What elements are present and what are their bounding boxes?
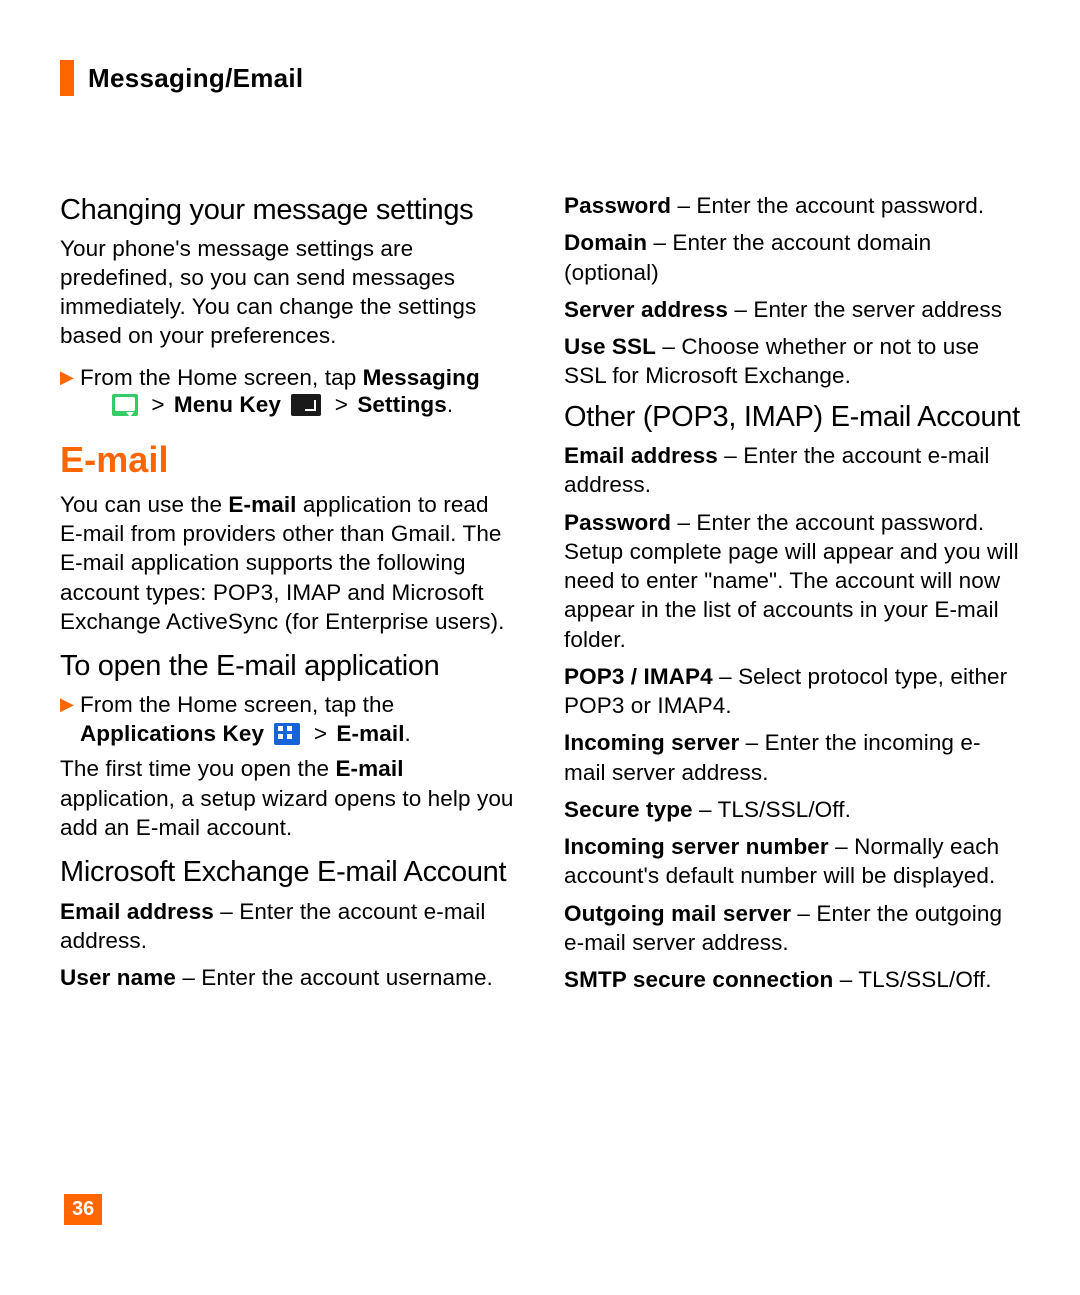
def-server-address: Server address – Enter the server addres…	[564, 295, 1020, 324]
def-text: – Enter the account password.	[671, 193, 984, 218]
label-email: E-mail	[336, 721, 404, 746]
def-email-address-2: Email address – Enter the account e-mail…	[564, 441, 1020, 500]
def-label: Password	[564, 510, 671, 535]
text: application, a setup wizard opens to hel…	[60, 786, 514, 840]
step-open-email: ▶ From the Home screen, tap the Applicat…	[60, 690, 516, 749]
def-label: Email address	[564, 443, 718, 468]
heading-other-account: Other (POP3, IMAP) E-mail Account	[564, 399, 1020, 437]
heading-ms-exchange: Microsoft Exchange E-mail Account	[60, 854, 516, 892]
section-title: Messaging/Email	[88, 63, 303, 94]
page-number: 36	[64, 1194, 102, 1225]
messaging-app-icon	[112, 394, 138, 416]
content-columns: Changing your message settings Your phon…	[60, 186, 1020, 1002]
def-smtp-secure: SMTP secure connection – TLS/SSL/Off.	[564, 965, 1020, 994]
step-indent: > Menu Key > Settings.	[80, 390, 516, 419]
para-changing-settings: Your phone's message settings are predef…	[60, 234, 516, 351]
def-email-address: Email address – Enter the account e-mail…	[60, 897, 516, 956]
def-label: Email address	[60, 899, 214, 924]
text: You can use the	[60, 492, 228, 517]
def-password: Password – Enter the account password.	[564, 191, 1020, 220]
bullet-arrow-icon: ▶	[60, 363, 74, 391]
heading-changing-settings: Changing your message settings	[60, 192, 516, 230]
def-label: Incoming server number	[564, 834, 829, 859]
label-email-app: E-mail	[335, 756, 403, 781]
header-accent-mark	[60, 60, 74, 96]
def-label: Incoming server	[564, 730, 739, 755]
def-user-name: User name – Enter the account username.	[60, 963, 516, 992]
label-menu-key: Menu Key	[174, 392, 281, 417]
def-label: Use SSL	[564, 334, 656, 359]
def-secure-type: Secure type – TLS/SSL/Off.	[564, 795, 1020, 824]
manual-page: Messaging/Email Changing your message se…	[0, 0, 1080, 1295]
def-label: Outgoing mail server	[564, 901, 791, 926]
def-text: – Enter the server address	[728, 297, 1002, 322]
period: .	[405, 721, 411, 746]
right-column: Password – Enter the account password. D…	[564, 186, 1020, 1002]
def-outgoing-server: Outgoing mail server – Enter the outgoin…	[564, 899, 1020, 958]
applications-key-icon	[274, 723, 300, 745]
label-messaging: Messaging	[363, 365, 480, 390]
gt-symbol: >	[335, 392, 348, 417]
step-body: From the Home screen, tap the Applicatio…	[80, 690, 516, 749]
heading-email: E-mail	[60, 437, 516, 484]
def-use-ssl: Use SSL – Choose whether or not to use S…	[564, 332, 1020, 391]
step-text: From the Home screen, tap	[80, 365, 363, 390]
def-label: Server address	[564, 297, 728, 322]
label-email-app: E-mail	[228, 492, 296, 517]
heading-open-email: To open the E-mail application	[60, 648, 516, 686]
para-email-intro: You can use the E-mail application to re…	[60, 490, 516, 636]
para-first-time: The first time you open the E-mail appli…	[60, 754, 516, 842]
def-label: POP3 / IMAP4	[564, 664, 713, 689]
gt-symbol: >	[151, 392, 164, 417]
def-label: SMTP secure connection	[564, 967, 833, 992]
def-password-2: Password – Enter the account password. S…	[564, 508, 1020, 654]
def-label: User name	[60, 965, 176, 990]
def-label: Secure type	[564, 797, 693, 822]
def-label: Password	[564, 193, 671, 218]
page-header: Messaging/Email	[60, 60, 1020, 96]
step-text: From the Home screen, tap the	[80, 692, 394, 717]
gt-symbol: >	[314, 721, 327, 746]
label-settings: Settings	[357, 392, 447, 417]
def-text: – TLS/SSL/Off.	[833, 967, 991, 992]
period: .	[447, 392, 453, 417]
step-messaging-settings: ▶ From the Home screen, tap Messaging > …	[60, 363, 516, 420]
text: The first time you open the	[60, 756, 335, 781]
bullet-arrow-icon: ▶	[60, 690, 74, 718]
def-text: – Enter the account username.	[176, 965, 493, 990]
def-label: Domain	[564, 230, 647, 255]
def-domain: Domain – Enter the account domain (optio…	[564, 228, 1020, 287]
menu-key-icon	[291, 394, 321, 416]
left-column: Changing your message settings Your phon…	[60, 186, 516, 1002]
def-incoming-server: Incoming server – Enter the incoming e-m…	[564, 728, 1020, 787]
def-incoming-server-number: Incoming server number – Normally each a…	[564, 832, 1020, 891]
step-body: From the Home screen, tap Messaging > Me…	[80, 363, 516, 420]
def-text: – TLS/SSL/Off.	[693, 797, 851, 822]
def-pop-imap: POP3 / IMAP4 – Select protocol type, eit…	[564, 662, 1020, 721]
label-applications-key: Applications Key	[80, 721, 264, 746]
